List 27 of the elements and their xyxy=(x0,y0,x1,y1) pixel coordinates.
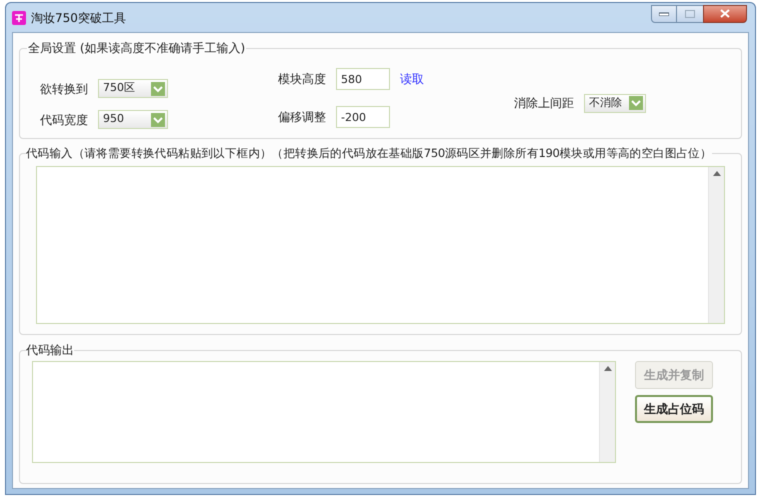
close-button[interactable] xyxy=(703,4,747,22)
action-button[interactable]: 生成占位码 xyxy=(635,395,713,423)
close-icon xyxy=(720,9,730,18)
read-link[interactable]: 读取 xyxy=(400,70,424,88)
minimize-icon xyxy=(659,12,669,16)
target-area-label: 欲转换到 xyxy=(40,80,88,98)
scrollbar[interactable] xyxy=(599,362,615,462)
scroll-up-icon[interactable] xyxy=(604,366,612,371)
group-title: 代码输出 xyxy=(26,342,74,359)
app-logo-icon xyxy=(12,10,26,24)
offset-field[interactable]: -200 xyxy=(336,106,390,128)
module-height-field[interactable]: 580 xyxy=(336,68,390,90)
code-width-dropdown[interactable]: 950 xyxy=(98,110,168,129)
offset-label: 偏移调整 xyxy=(278,109,326,126)
scrollbar[interactable] xyxy=(708,167,724,324)
remove-margin-label: 消除上间距 xyxy=(514,95,574,112)
remove-margin-dropdown[interactable]: 不消除 xyxy=(584,94,646,112)
code-width-label: 代码宽度 xyxy=(40,112,88,128)
window-title: 淘妆750突破工具 xyxy=(31,10,126,26)
code-input-textarea[interactable] xyxy=(36,166,725,324)
scroll-up-icon[interactable] xyxy=(712,171,720,176)
minimize-button[interactable] xyxy=(651,4,677,22)
maximize-icon xyxy=(685,10,695,18)
target-area-dropdown[interactable]: 750区 xyxy=(98,79,168,98)
group-title: 全局设置 (如果读高度不准确请手工输入) xyxy=(27,40,246,57)
group-title: 代码输入（请将需要转换代码粘贴到以下框内）（把转换后的代码放在基础版750源码区并删除所有190模块或用等高的空白图占位） xyxy=(26,145,712,162)
module-height-label: 模块高度 xyxy=(278,71,326,88)
